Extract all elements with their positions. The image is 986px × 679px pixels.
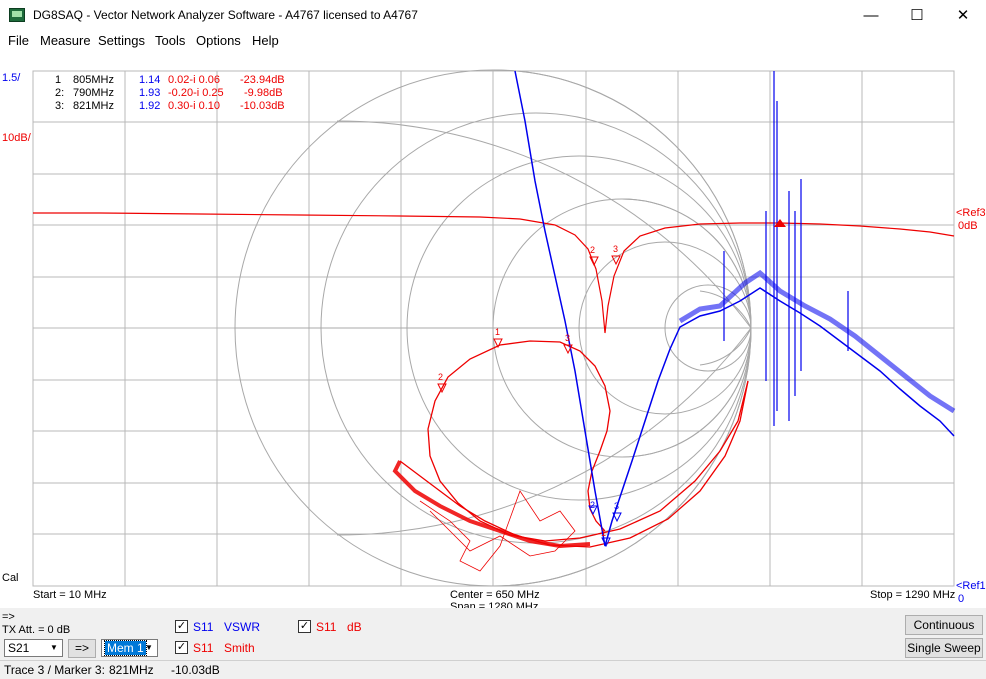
marker-tag-2-db: 2 [590, 245, 595, 255]
status-trace-marker: Trace 3 / Marker 3: [4, 663, 105, 677]
menu-tools[interactable]: Tools [155, 33, 185, 48]
marker-3-vswr: 1.92 [139, 100, 161, 112]
param-select-value: S21 [8, 641, 30, 655]
s11-vswr-noise [678, 269, 956, 414]
minimize-button[interactable]: — [848, 0, 894, 31]
chevron-down-icon: ▼ [50, 643, 58, 652]
trace-db-checkbox[interactable]: ✓ [298, 620, 311, 633]
trace-smith-format: Smith [224, 641, 255, 655]
marker-2-db: -9.98dB [244, 87, 283, 99]
param-select[interactable]: S21 ▼ [4, 639, 63, 657]
ref1-value: 0 [958, 593, 965, 605]
marker-tag-3-db: 3 [613, 244, 618, 254]
menu-settings[interactable]: Settings [98, 33, 145, 48]
marker-1-vswr: 1.14 [139, 74, 161, 86]
marker-1-db: -23.94dB [240, 74, 285, 86]
menu-measure[interactable]: Measure [40, 33, 91, 48]
status-freq: 821MHz [109, 663, 154, 677]
trace-vswr-checkbox[interactable]: ✓ [175, 620, 188, 633]
ref3-label: <Ref3 [956, 207, 986, 219]
marker-1-num: 1 [55, 74, 62, 86]
center-freq: Center = 650 MHz [450, 589, 540, 601]
plot-canvas: 1 2 3 2 3 1 3 2 [32, 69, 956, 587]
menu-file[interactable]: File [8, 33, 29, 48]
marker-2-freq: 790MHz [73, 87, 114, 99]
marker-2-num: 2: [55, 87, 65, 99]
mem-select[interactable]: Mem 1 ▼ [101, 639, 158, 657]
marker-tag-3: 3 [614, 501, 619, 511]
s11-smith-trace [427, 340, 749, 542]
scale-db: 10dB/ [2, 132, 31, 144]
marker-tag-1: 1 [601, 528, 606, 538]
marker-tags: 1 2 3 2 3 1 3 2 [438, 244, 619, 538]
trace-vswr-param: S11 [193, 620, 214, 634]
marker-3-db: -10.03dB [240, 100, 285, 112]
marker-3-freq: 821MHz [73, 100, 114, 112]
arrow-label: => [2, 611, 15, 623]
menu-help[interactable]: Help [252, 33, 279, 48]
close-button[interactable]: ✕ [940, 0, 986, 31]
chevron-down-icon: ▼ [145, 643, 153, 652]
scale-vswr: 1.5/ [2, 72, 21, 84]
status-bar: Trace 3 / Marker 3: 821MHz -10.03dB [0, 660, 986, 679]
ref1-label: <Ref1 [956, 580, 986, 592]
status-value: -10.03dB [171, 663, 220, 677]
marker-tag-2: 2 [590, 500, 595, 510]
marker-3-cplx: 0.30-i 0.10 [168, 100, 220, 112]
title-bar: DG8SAQ - Vector Network Analyzer Softwar… [0, 0, 986, 31]
app-icon [9, 8, 25, 22]
vna-plot[interactable]: 1 2 3 2 3 1 3 2 1.5/ 10dB/ Cal <Ref3 0dB… [0, 51, 986, 613]
marker-tag-2-smith: 2 [438, 372, 443, 382]
maximize-button[interactable]: ☐ [894, 0, 940, 31]
marker-3-num: 3: [55, 100, 65, 112]
marker-tag-3-smith: 3 [565, 333, 570, 343]
menu-options[interactable]: Options [196, 33, 241, 48]
trace-smith-checkbox[interactable]: ✓ [175, 641, 188, 654]
transfer-button[interactable]: => [68, 639, 96, 658]
start-freq: Start = 10 MHz [33, 589, 107, 601]
window-title: DG8SAQ - Vector Network Analyzer Softwar… [33, 8, 418, 22]
marker-1-freq: 805MHz [73, 74, 114, 86]
trace-db-format: dB [347, 620, 362, 634]
marker-2-cplx: -0.20-i 0.25 [168, 87, 224, 99]
trace-db-param: S11 [316, 620, 337, 634]
marker-tag-1-smith: 1 [495, 327, 500, 337]
single-sweep-button[interactable]: Single Sweep [905, 638, 983, 658]
tx-att-label: TX Att. = 0 dB [2, 624, 71, 636]
menu-bar: File Measure Settings Tools Options Help [0, 31, 986, 51]
stop-freq: Stop = 1290 MHz [870, 589, 956, 601]
ref3-value: 0dB [958, 220, 978, 232]
trace-vswr-format: VSWR [224, 620, 260, 634]
continuous-button[interactable]: Continuous [905, 615, 983, 635]
mem-select-value: Mem 1 [104, 640, 147, 656]
marker-1-cplx: 0.02-i 0.06 [168, 74, 220, 86]
cal-label: Cal [2, 572, 19, 584]
marker-2-vswr: 1.93 [139, 87, 161, 99]
trace-smith-param: S11 [193, 641, 214, 655]
